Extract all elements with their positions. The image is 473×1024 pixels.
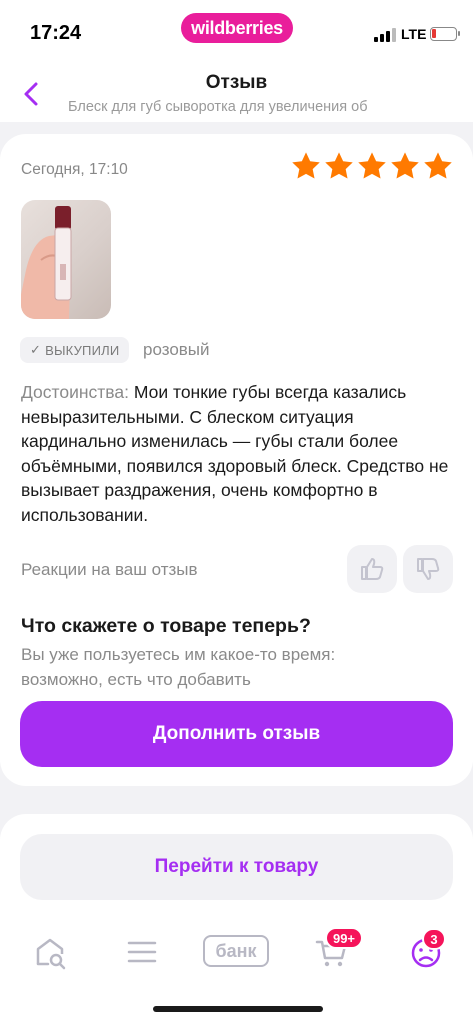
review-date: Сегодня, 17:10	[21, 161, 128, 178]
like-button[interactable]	[347, 545, 397, 593]
signal-icon	[374, 28, 396, 42]
thumbs-up-icon	[361, 558, 384, 580]
thumbs-down-icon	[417, 558, 440, 580]
product-card: Перейти к товару	[0, 814, 473, 1024]
review-text-label: Достоинства:	[21, 382, 129, 402]
star-icon	[292, 152, 320, 179]
review-body: Достоинства: Мои тонкие губы всегда каза…	[21, 380, 451, 527]
home-search-icon	[36, 938, 66, 970]
product-color: розовый	[143, 340, 210, 359]
star-icon	[358, 152, 386, 179]
status-time: 17:24	[30, 22, 82, 44]
bought-chip: ✓ ВЫКУПИЛИ	[20, 337, 130, 363]
add-to-review-button[interactable]: Дополнить отзыв	[20, 701, 453, 767]
tab-bar: банк 99+ 3	[0, 920, 473, 990]
checkmark-icon: ✓	[30, 342, 42, 357]
review-text: Мои тонкие губы всегда казались невырази…	[21, 382, 449, 525]
product-subtitle: Блеск для губ сыворотка для увеличения о…	[68, 99, 368, 115]
followup-title: Что скажете о товаре теперь?	[21, 615, 311, 637]
followup-subtitle: Вы уже пользуетесь им какое-то время: во…	[21, 645, 336, 689]
page-title: Отзыв	[205, 72, 268, 93]
home-indicator	[153, 1006, 323, 1012]
battery-icon	[430, 27, 460, 41]
cart-badge: 99+	[325, 927, 363, 949]
tab-home[interactable]	[30, 932, 70, 972]
tab-catalog[interactable]	[122, 932, 162, 972]
menu-icon	[127, 941, 157, 963]
go-to-product-button[interactable]: Перейти к товару	[20, 834, 453, 900]
reactions-label: Реакции на ваш отзыв	[21, 560, 198, 579]
star-icon	[391, 152, 419, 179]
star-icon	[325, 152, 353, 179]
brand-logo: wildberries	[181, 13, 293, 43]
dislike-button[interactable]	[403, 545, 453, 593]
tab-bank[interactable]: банк	[203, 935, 269, 967]
network-type: LTE	[401, 26, 427, 42]
profile-badge: 3	[422, 928, 446, 950]
star-icon	[424, 152, 452, 179]
bought-chip-label: ВЫКУПИЛИ	[45, 342, 120, 358]
review-card: Сегодня, 17:10 ✓ ВЫКУПИЛИ розовый Достои…	[0, 134, 473, 786]
rating-stars	[290, 150, 454, 182]
status-bar: 17:24 wildberries LTE	[0, 0, 473, 66]
review-photo[interactable]	[21, 200, 111, 319]
nav-bar: Отзыв Блеск для губ сыворотка для увелич…	[0, 66, 473, 122]
